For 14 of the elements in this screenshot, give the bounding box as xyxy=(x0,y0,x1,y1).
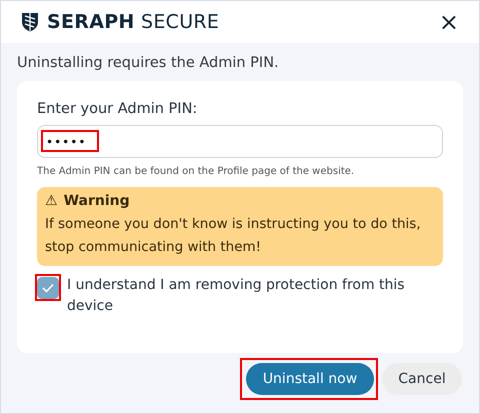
warning-title: Warning xyxy=(64,193,130,209)
intro-text: Uninstalling requires the Admin PIN. xyxy=(17,55,280,71)
checkbox-label: I understand I am removing protection from this device xyxy=(67,276,406,316)
uninstall-button[interactable]: Uninstall now xyxy=(246,363,374,395)
pin-field[interactable]: ••••• xyxy=(37,125,443,158)
brand-name: SERAPH SECURE xyxy=(47,11,220,33)
warning-icon: ⚠ xyxy=(45,193,58,209)
pin-hint: The Admin PIN can be found on the Profile page of the website. xyxy=(37,166,356,177)
shield-logo-icon xyxy=(21,12,39,32)
pin-label: Enter your Admin PIN: xyxy=(37,101,198,117)
close-button[interactable]: × xyxy=(434,10,463,34)
cancel-button[interactable]: Cancel xyxy=(382,363,462,395)
check-icon xyxy=(42,283,54,293)
warning-text: If someone you don't know is instructing you to do this, stop communicating with them! xyxy=(45,215,422,257)
